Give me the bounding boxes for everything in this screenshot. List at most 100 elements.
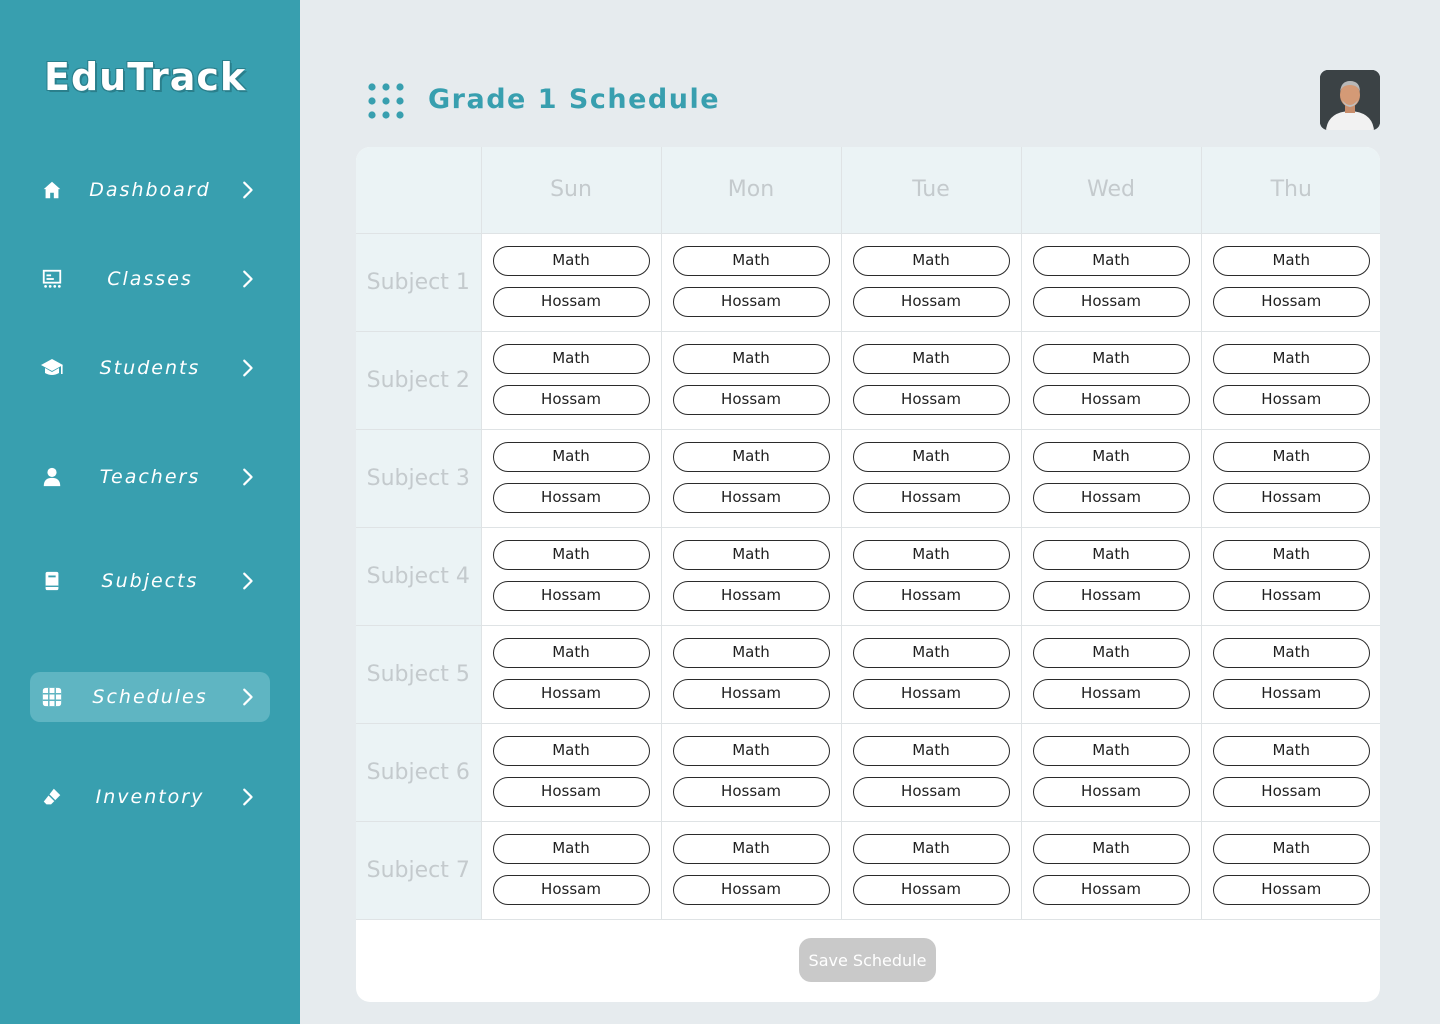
chevron-right-icon <box>243 688 253 706</box>
teacher-select[interactable]: Hossam <box>672 678 830 709</box>
subject-select[interactable]: Math <box>1032 539 1190 570</box>
sidebar-item-label: Teachers <box>99 466 201 488</box>
subject-select[interactable]: Math <box>1212 539 1370 570</box>
teacher-select[interactable]: Hossam <box>672 580 830 611</box>
sidebar-item-label: Students <box>99 357 201 379</box>
book-icon <box>40 569 64 593</box>
schedule-slot: Math Hossam <box>1020 232 1202 332</box>
teacher-select[interactable]: Hossam <box>1032 482 1190 513</box>
sidebar-item-schedules[interactable]: Schedules <box>30 672 270 722</box>
schedule-slot: Math Hossam <box>1200 722 1380 822</box>
schedule-slot: Math Hossam <box>1020 624 1202 724</box>
subject-select[interactable]: Math <box>1032 245 1190 276</box>
teacher-select[interactable]: Hossam <box>1212 580 1370 611</box>
subject-select[interactable]: Math <box>1212 833 1370 864</box>
subject-select[interactable]: Math <box>1212 735 1370 766</box>
sidebar-item-dashboard[interactable]: Dashboard <box>30 165 270 215</box>
teacher-select[interactable]: Hossam <box>852 874 1010 905</box>
sidebar-item-teachers[interactable]: Teachers <box>30 452 270 502</box>
sidebar-item-students[interactable]: Students <box>30 343 270 393</box>
subject-select[interactable]: Math <box>1032 637 1190 668</box>
subject-select[interactable]: Math <box>672 441 830 472</box>
teacher-select[interactable]: Hossam <box>1032 580 1190 611</box>
schedule-slot: Math Hossam <box>660 526 842 626</box>
schedule-slot: Math Hossam <box>1200 820 1380 920</box>
teacher-select[interactable]: Hossam <box>492 286 650 317</box>
teacher-select[interactable]: Hossam <box>492 384 650 415</box>
teacher-select[interactable]: Hossam <box>1032 874 1190 905</box>
teacher-select[interactable]: Hossam <box>492 776 650 807</box>
schedule-slot: Math Hossam <box>660 722 842 822</box>
chevron-right-icon <box>243 270 253 288</box>
teacher-select[interactable]: Hossam <box>1032 286 1190 317</box>
subject-select[interactable]: Math <box>672 637 830 668</box>
teacher-select[interactable]: Hossam <box>492 580 650 611</box>
teacher-select[interactable]: Hossam <box>852 678 1010 709</box>
teacher-select[interactable]: Hossam <box>1212 874 1370 905</box>
subject-select[interactable]: Math <box>852 245 1010 276</box>
subject-select[interactable]: Math <box>852 637 1010 668</box>
subject-select[interactable]: Math <box>492 735 650 766</box>
schedule-row: Subject 3 Math Hossam Math Hossam Math Hossam M… <box>356 428 1380 528</box>
subject-select[interactable]: Math <box>672 343 830 374</box>
teacher-select[interactable]: Hossam <box>852 482 1010 513</box>
avatar[interactable] <box>1320 70 1380 130</box>
subject-select[interactable]: Math <box>852 343 1010 374</box>
subject-select[interactable]: Math <box>672 539 830 570</box>
teacher-select[interactable]: Hossam <box>1032 678 1190 709</box>
teacher-select[interactable]: Hossam <box>672 384 830 415</box>
subject-select[interactable]: Math <box>492 343 650 374</box>
teacher-select[interactable]: Hossam <box>1212 678 1370 709</box>
subject-select[interactable]: Math <box>1032 343 1190 374</box>
subject-select[interactable]: Math <box>672 735 830 766</box>
subject-row-label: Subject 6 <box>356 722 482 822</box>
teacher-select[interactable]: Hossam <box>672 482 830 513</box>
teacher-select[interactable]: Hossam <box>1032 384 1190 415</box>
teacher-select[interactable]: Hossam <box>1032 776 1190 807</box>
teacher-select[interactable]: Hossam <box>1212 482 1370 513</box>
teacher-select[interactable]: Hossam <box>492 482 650 513</box>
teacher-select[interactable]: Hossam <box>852 384 1010 415</box>
teacher-select[interactable]: Hossam <box>492 678 650 709</box>
subject-select[interactable]: Math <box>852 735 1010 766</box>
subject-select[interactable]: Math <box>1212 245 1370 276</box>
sidebar-item-label: Inventory <box>95 786 205 808</box>
subject-select[interactable]: Math <box>852 441 1010 472</box>
subject-select[interactable]: Math <box>1032 833 1190 864</box>
subject-select[interactable]: Math <box>1212 343 1370 374</box>
teacher-select[interactable]: Hossam <box>1212 286 1370 317</box>
teacher-select[interactable]: Hossam <box>672 874 830 905</box>
dots-grid-icon[interactable] <box>367 82 405 120</box>
subject-select[interactable]: Math <box>1032 441 1190 472</box>
corner-cell <box>356 147 482 234</box>
sidebar-item-inventory[interactable]: Inventory <box>30 772 270 822</box>
sidebar-item-label: Dashboard <box>89 179 211 201</box>
subject-select[interactable]: Math <box>1032 735 1190 766</box>
teacher-select[interactable]: Hossam <box>492 874 650 905</box>
subject-select[interactable]: Math <box>672 833 830 864</box>
classroom-icon <box>40 267 64 291</box>
schedule-slot: Math Hossam <box>660 232 842 332</box>
subject-select[interactable]: Math <box>492 441 650 472</box>
teacher-select[interactable]: Hossam <box>672 776 830 807</box>
teacher-select[interactable]: Hossam <box>1212 776 1370 807</box>
subject-select[interactable]: Math <box>852 833 1010 864</box>
subject-select[interactable]: Math <box>1212 637 1370 668</box>
save-schedule-button[interactable]: Save Schedule <box>799 938 936 982</box>
subject-select[interactable]: Math <box>492 539 650 570</box>
teacher-select[interactable]: Hossam <box>852 776 1010 807</box>
teacher-select[interactable]: Hossam <box>852 286 1010 317</box>
sidebar-item-classes[interactable]: Classes <box>30 254 270 304</box>
subject-select[interactable]: Math <box>492 833 650 864</box>
subject-select[interactable]: Math <box>492 245 650 276</box>
subject-select[interactable]: Math <box>852 539 1010 570</box>
schedule-slot: Math Hossam <box>1020 428 1202 528</box>
subject-select[interactable]: Math <box>492 637 650 668</box>
teacher-select[interactable]: Hossam <box>672 286 830 317</box>
teacher-select[interactable]: Hossam <box>1212 384 1370 415</box>
subject-row-label: Subject 2 <box>356 330 482 430</box>
subject-select[interactable]: Math <box>672 245 830 276</box>
teacher-select[interactable]: Hossam <box>852 580 1010 611</box>
subject-select[interactable]: Math <box>1212 441 1370 472</box>
sidebar-item-subjects[interactable]: Subjects <box>30 556 270 606</box>
